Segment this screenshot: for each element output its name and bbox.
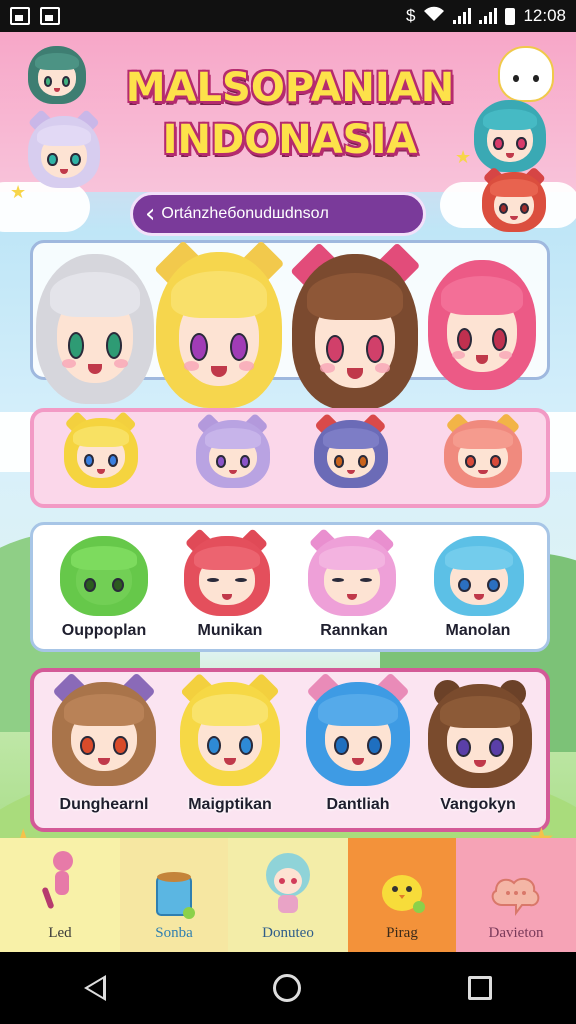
corner-character-avatar [28, 109, 100, 188]
character-name: Rannkan [320, 622, 388, 639]
character-name: Munikan [197, 622, 263, 639]
featured-character-card[interactable] [154, 240, 284, 408]
character-avatar[interactable] [184, 527, 270, 616]
character-avatar[interactable] [306, 672, 410, 786]
chibi-girl-icon [265, 853, 311, 919]
clock-time: 12:08 [523, 6, 566, 25]
back-icon[interactable] [83, 975, 106, 1001]
character-name: Dunghearnl [59, 796, 149, 813]
character-name: Dantliah [326, 796, 390, 813]
character-head[interactable] [64, 411, 138, 488]
image-notification-icon [10, 7, 30, 25]
paint-bucket-icon [151, 872, 197, 919]
tab-pirag[interactable]: Pirag [348, 838, 456, 952]
tab-label: Sonba [155, 925, 193, 941]
character-head[interactable] [444, 412, 522, 488]
recent-apps-icon[interactable] [468, 976, 493, 1000]
character-avatar[interactable] [428, 674, 532, 788]
tab-sonba[interactable]: Sonba [120, 838, 228, 952]
character-head[interactable] [196, 413, 270, 488]
tab-label: Led [48, 925, 72, 941]
tab-davieton[interactable]: Davieton [456, 838, 576, 952]
signal-2-icon [479, 8, 498, 24]
character-avatar[interactable] [52, 672, 156, 786]
title-line-2: INDONASIA [162, 117, 418, 163]
figure-icon [37, 851, 83, 919]
tab-donuteo[interactable]: Donuteo [228, 838, 348, 952]
character-name: Maigptikan [188, 796, 272, 813]
battery-icon [505, 7, 516, 25]
corner-character-avatar [28, 46, 86, 104]
character-avatar[interactable] [308, 527, 396, 616]
corner-character-avatar [474, 100, 546, 172]
mascot-ghost-avatar [498, 46, 554, 102]
character-avatar[interactable] [60, 536, 148, 616]
tab-label: Davieton [488, 925, 544, 941]
character-avatar[interactable] [180, 672, 280, 786]
tab-label: Donuteo [262, 925, 314, 941]
dollar-icon: $ [405, 6, 416, 25]
game-screen: ★ ★ ★ ★ MALSOPANIAN INDONASIA ‹ Ortánzhe… [0, 32, 576, 952]
character-avatar[interactable] [434, 536, 524, 616]
corner-character-avatar [482, 166, 546, 232]
character-name: Ouppoplan [61, 622, 147, 639]
speech-cloud-icon [491, 873, 540, 919]
chick-icon [379, 873, 425, 919]
wifi-icon [423, 6, 445, 27]
character-name: Vangokyn [440, 796, 516, 813]
tab-led[interactable]: Led [0, 838, 120, 952]
featured-character-card[interactable] [36, 254, 154, 404]
chevron-left-icon[interactable]: ‹ [145, 201, 155, 227]
featured-character-card[interactable] [428, 260, 536, 390]
featured-character-card[interactable] [290, 242, 420, 410]
tab-label: Pirag [386, 925, 418, 941]
signal-icon [453, 8, 472, 24]
character-head[interactable] [314, 413, 388, 488]
bottom-tab-bar: Led Sonba Donuteo Pirag Davieton [0, 838, 576, 952]
subtitle-text: Ortánzheбonudшdnsoл [161, 205, 329, 222]
title-line-1: MALSOPANIAN [125, 65, 455, 111]
character-name: Manolan [445, 622, 511, 639]
home-icon[interactable] [272, 974, 301, 1002]
status-bar: $ 12:08 [0, 0, 576, 32]
system-navigation-bar [0, 952, 576, 1024]
subtitle-bar[interactable]: ‹ Ortánzheбonudшdnsoл [130, 192, 426, 236]
game-title: MALSOPANIAN INDONASIA [110, 62, 470, 166]
gallery-notification-icon [40, 7, 60, 25]
